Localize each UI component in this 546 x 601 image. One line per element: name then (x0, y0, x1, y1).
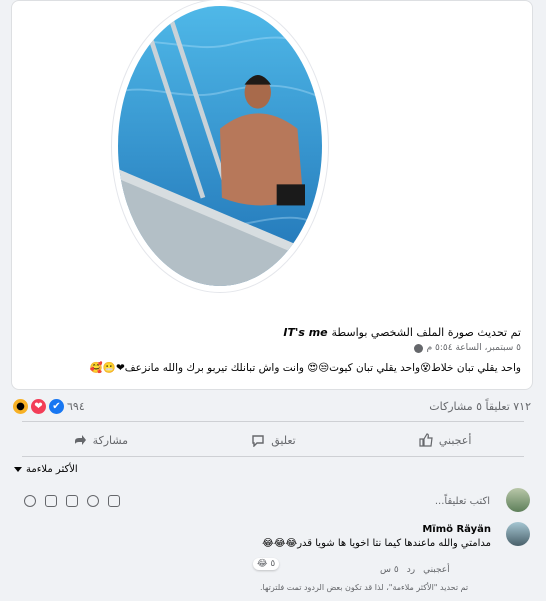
reaction-summary[interactable]: ● ❤ ✔ ٦٩٤ (13, 398, 85, 414)
like-button[interactable]: أعجبني (419, 433, 472, 447)
comment-input-tools (24, 495, 120, 507)
pool-photo (118, 6, 322, 286)
comment-like-button[interactable]: أعجبني (423, 565, 450, 575)
filter-note: تم تحديد "الأكثر ملاءمة"، لذا قد تكون بع… (260, 583, 469, 592)
post-meta: ٥ سبتمبر، الساعة ٥:٥٤ م (23, 343, 521, 353)
reaction-count: ٦٩٤ (67, 399, 85, 413)
divider (22, 421, 524, 422)
divider (22, 456, 524, 457)
comment-sort[interactable]: الأكثر ملاءمة (14, 464, 78, 475)
current-user-avatar (506, 488, 530, 512)
laugh-icon: 😂 (257, 559, 268, 569)
comment-button[interactable]: تعليق (251, 433, 296, 448)
sort-label: الأكثر ملاءمة (26, 464, 78, 475)
comment-reply-button[interactable]: رد (407, 565, 415, 575)
gif-icon[interactable] (45, 495, 57, 507)
comment-reactions[interactable]: ٥ 😂 (253, 558, 280, 570)
post-header: تم تحديث صورة الملف الشخصي بواسطة IT's m… (23, 326, 521, 339)
comment-icon (251, 433, 265, 448)
comment-author[interactable]: Mïmö Räyän (261, 524, 491, 535)
commenter-avatar[interactable] (506, 522, 530, 546)
post-text: واحد يقلي تبان خلاط😵واحد يقلي تبان كيوت😒… (89, 362, 521, 374)
emoji-icon[interactable] (87, 495, 99, 507)
post-actions: مشاركة تعليق أعجبني (11, 428, 533, 452)
comment-time[interactable]: ٥ س (380, 565, 399, 575)
sticker-icon[interactable] (24, 495, 36, 507)
thumbs-up-icon (419, 433, 433, 447)
post-body: تم تحديث صورة الملف الشخصي بواسطة IT's m… (11, 318, 533, 390)
post-date[interactable]: ٥ سبتمبر، الساعة ٥:٥٤ م (427, 343, 521, 353)
like-label: أعجبني (438, 433, 472, 447)
profile-photo[interactable] (112, 0, 328, 292)
post-author[interactable]: IT's me (283, 326, 327, 339)
post-header-action: تم تحديث صورة الملف الشخصي بواسطة (331, 326, 521, 339)
comment-actions: أعجبني رد ٥ س (380, 565, 450, 575)
comment-input[interactable]: اكتب تعليقاً... (14, 488, 500, 514)
chevron-down-icon (14, 467, 22, 472)
like-icon: ✔ (49, 398, 64, 414)
post-stats: ● ❤ ✔ ٦٩٤ ٧١٢ تعليقاً ٥ مشاركات (11, 395, 533, 417)
globe-icon (413, 343, 423, 353)
share-icon (73, 433, 87, 447)
wow-icon: ● (13, 398, 28, 414)
share-label: مشاركة (92, 433, 129, 447)
love-icon: ❤ (31, 398, 46, 414)
comment-placeholder: اكتب تعليقاً... (434, 495, 490, 507)
comments-shares-count[interactable]: ٧١٢ تعليقاً ٥ مشاركات (429, 400, 531, 413)
comment: Mïmö Räyän مدامتي والله ماعندها كيما نتا… (251, 520, 501, 560)
comment-label: تعليق (271, 433, 296, 447)
avatar-sticker-icon[interactable] (108, 495, 120, 507)
share-button[interactable]: مشاركة (73, 433, 129, 447)
camera-icon[interactable] (66, 495, 78, 507)
comment-reaction-count: ٥ (270, 559, 276, 569)
comment-text: مدامتي والله ماعندها كيما نتا اخويا ها ش… (262, 538, 491, 549)
